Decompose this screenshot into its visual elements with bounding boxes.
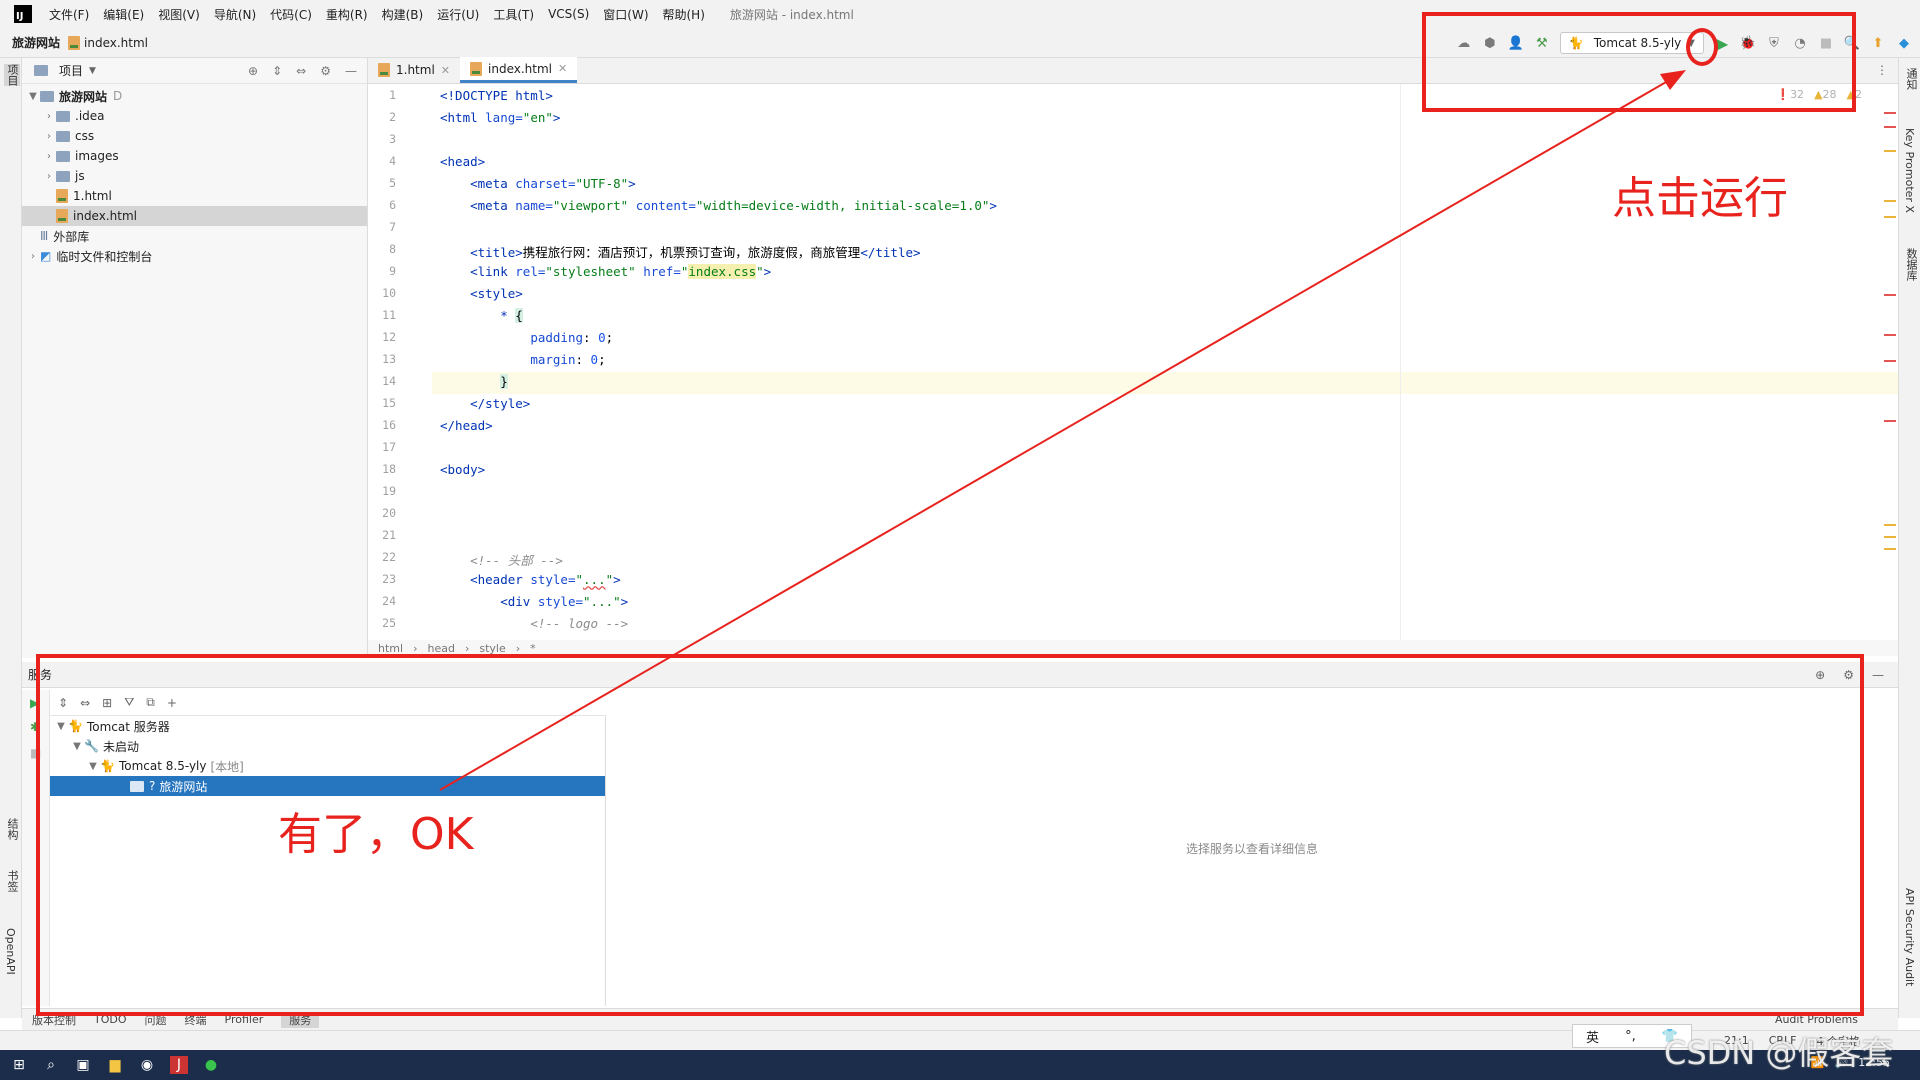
csdn-watermark: CSDN @假客套 <box>1664 1034 1894 1072</box>
annotation-run-text: 点击运行 <box>1612 173 1788 224</box>
annotation-ok-text: 有了，OK <box>278 809 474 860</box>
annotation-arrow-line <box>439 73 1681 791</box>
annotation-arrow-head <box>1660 70 1686 90</box>
